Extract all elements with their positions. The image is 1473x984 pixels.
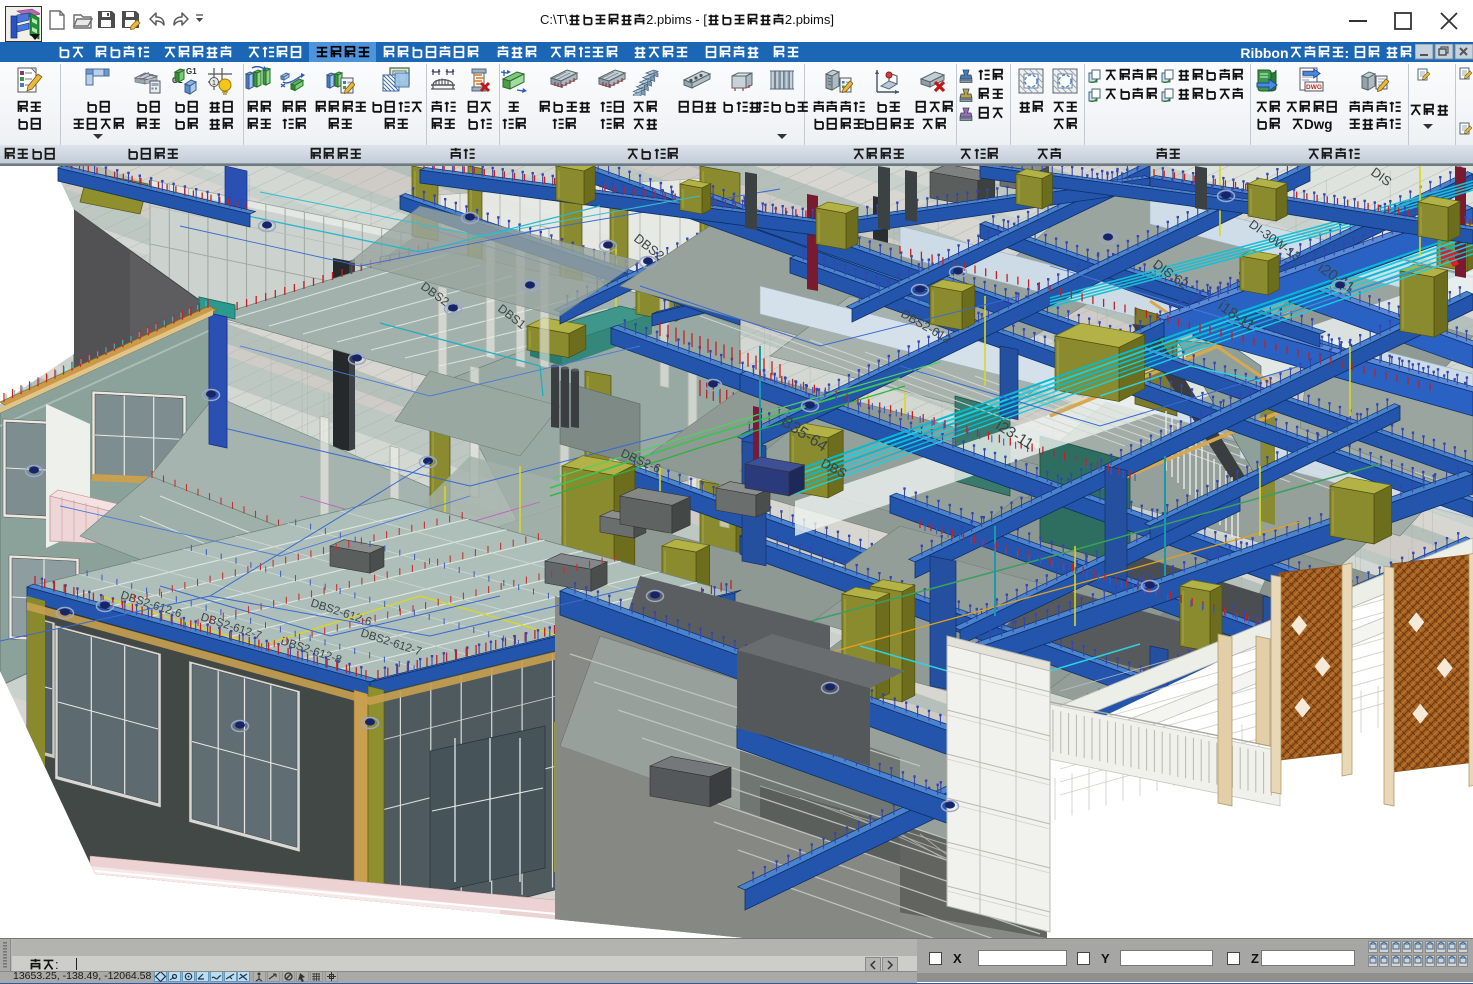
svg-text:DWG: DWG xyxy=(1306,84,1322,91)
svg-text:1: 1 xyxy=(212,80,216,87)
svg-text:G1: G1 xyxy=(186,67,197,76)
